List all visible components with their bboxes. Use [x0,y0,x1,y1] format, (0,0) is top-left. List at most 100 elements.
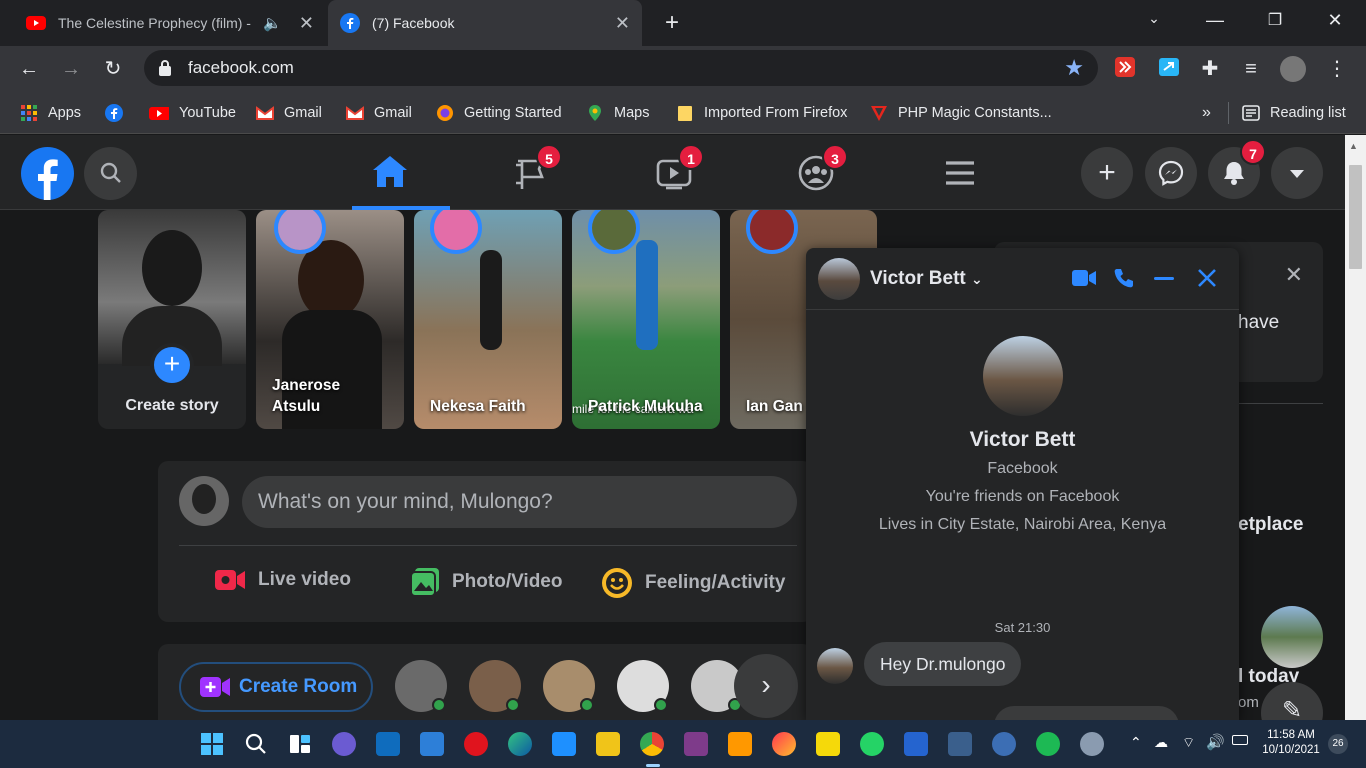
profile-avatar-icon[interactable] [1280,56,1306,82]
tab-youtube[interactable]: The Celestine Prophecy (film) - 🔈 ✕ [14,6,326,40]
onedrive-icon[interactable]: ☁ [1154,734,1168,751]
rooms-next-chevron-icon[interactable]: › [734,654,798,718]
story-name: Patrick Mukuha [588,398,703,415]
player-icon[interactable] [816,732,840,756]
forward-icon[interactable]: → [58,56,84,82]
add-story-plus-icon[interactable]: + [150,343,194,387]
wifi-icon[interactable]: ⌔ [1182,734,1195,752]
file-explorer-icon[interactable] [596,732,620,756]
minimize-icon[interactable]: — [1203,10,1227,34]
firefox-icon[interactable] [772,732,796,756]
chrome-icon[interactable] [640,732,664,756]
bookmarks-overflow-icon[interactable]: » [1202,102,1211,124]
settings-gear-icon[interactable] [1080,732,1104,756]
volume-icon[interactable]: 🔊 [1206,733,1225,751]
close-chat-icon[interactable] [1197,268,1217,288]
create-room-button[interactable]: Create Room [179,662,373,712]
share-app-icon[interactable] [552,732,576,756]
bookmark-gmail-1[interactable]: Gmail [256,102,322,124]
bookmark-getting-started[interactable]: Getting Started [436,102,562,124]
bookmark-star-icon[interactable]: ★ [1064,55,1084,81]
nav-menu[interactable] [924,135,994,210]
extension-red-icon[interactable] [1112,56,1138,82]
tray-chevron-icon[interactable]: ⌃ [1130,734,1142,751]
maximize-icon[interactable]: ❐ [1263,10,1287,34]
scroll-up-icon[interactable]: ▲ [1349,141,1358,151]
close-icon[interactable]: ✕ [299,13,314,34]
tab-search-icon[interactable]: ⌄ [1142,10,1166,34]
notification-count-badge[interactable]: 26 [1328,734,1348,754]
live-video-button[interactable]: Live video [214,567,351,593]
nav-watch-feed[interactable]: 5 [498,135,596,210]
todo-icon[interactable] [904,732,928,756]
page-scrollbar[interactable]: ▲ [1345,135,1366,720]
tab-facebook[interactable]: (7) Facebook ✕ [328,0,642,46]
vpn-globe-icon[interactable] [992,732,1016,756]
bookmark-apps[interactable]: Apps [20,102,81,124]
clock[interactable]: 11:58 AM 10/10/2021 [1258,728,1324,758]
bookmark-youtube[interactable]: YouTube [147,102,236,124]
winrar-icon[interactable] [684,732,708,756]
teams-chat-icon[interactable] [332,732,356,756]
facebook-icon [105,104,123,122]
bookmark-php-magic[interactable]: PHP Magic Constants... [870,102,1052,124]
edge-icon[interactable] [508,732,532,756]
bookmark-maps[interactable]: Maps [586,102,649,124]
close-icon[interactable]: ✕ [615,13,630,34]
nav-watch[interactable]: 1 [640,135,738,210]
windows-start-icon[interactable] [200,732,224,756]
bookmark-imported-firefox[interactable]: Imported From Firefox [676,102,847,124]
media-control-icon[interactable]: ≡ [1238,56,1264,82]
user-avatar[interactable] [179,476,229,526]
extension-share-icon[interactable] [1156,56,1182,82]
account-dropdown-button[interactable] [1271,147,1323,199]
create-story-card[interactable]: + Create story [98,210,246,429]
marketplace-thumbnail[interactable] [1261,606,1323,668]
network-tool-icon[interactable] [948,732,972,756]
video-call-icon[interactable] [1071,268,1097,288]
bookmark-facebook[interactable] [105,102,133,124]
battery-icon[interactable] [1232,735,1248,745]
chat-window: Victor Bett ⌄ Victor Bett Facebook You'r… [806,248,1239,720]
scrollbar-thumb[interactable] [1349,165,1362,269]
whatsapp-icon[interactable] [860,732,884,756]
extensions-puzzle-icon[interactable]: ✚ [1197,56,1223,82]
new-tab-icon[interactable]: + [660,9,684,36]
story-avatar [430,210,482,254]
message-bubble[interactable]: Hey Dr.mulongo [864,642,1022,686]
whats-on-your-mind-input[interactable]: What's on your mind, Mulongo? [242,476,797,528]
bookmark-gmail-2[interactable]: Gmail [346,102,412,124]
back-icon[interactable]: ← [16,56,42,82]
photo-video-button[interactable]: Photo/Video [410,567,562,597]
store-icon[interactable] [420,732,444,756]
story-card[interactable]: Nekesa Faith [414,210,562,429]
spotify-icon[interactable] [1036,732,1060,756]
search-button[interactable] [84,147,137,200]
nav-groups[interactable]: 3 [782,135,880,210]
messenger-button[interactable] [1145,147,1197,199]
minimize-chat-icon[interactable] [1154,277,1174,280]
facebook-logo-icon[interactable] [21,147,74,200]
reload-icon[interactable]: ↻ [100,56,126,82]
task-view-icon[interactable] [288,732,312,756]
window-close-icon[interactable]: ✕ [1323,10,1347,34]
mute-icon[interactable]: 🔈 [263,14,282,32]
chat-contact-name[interactable]: Victor Bett ⌄ [870,268,983,290]
opera-icon[interactable] [464,732,488,756]
search-icon[interactable] [244,732,268,756]
create-plus-icon[interactable]: + [1081,147,1133,199]
story-card[interactable]: Janerose Atsulu [256,210,404,429]
phone-call-icon[interactable] [1113,267,1135,289]
reading-list[interactable]: Reading list [1242,102,1346,124]
menu-kebab-icon[interactable]: ⋮ [1324,56,1350,82]
sublime-text-icon[interactable] [728,732,752,756]
address-bar[interactable]: facebook.com ★ [144,50,1098,86]
story-card[interactable]: mile for the camera wa Patrick Mukuha [572,210,720,429]
chat-profile-photo[interactable] [983,336,1063,416]
dismiss-close-icon[interactable]: ✕ [1285,262,1303,288]
mail-icon[interactable] [376,732,400,756]
message-input[interactable] [994,706,1179,720]
nav-home[interactable] [352,135,450,210]
feeling-activity-button[interactable]: Feeling/Activity [601,567,785,599]
chat-contact-avatar[interactable] [818,258,860,300]
